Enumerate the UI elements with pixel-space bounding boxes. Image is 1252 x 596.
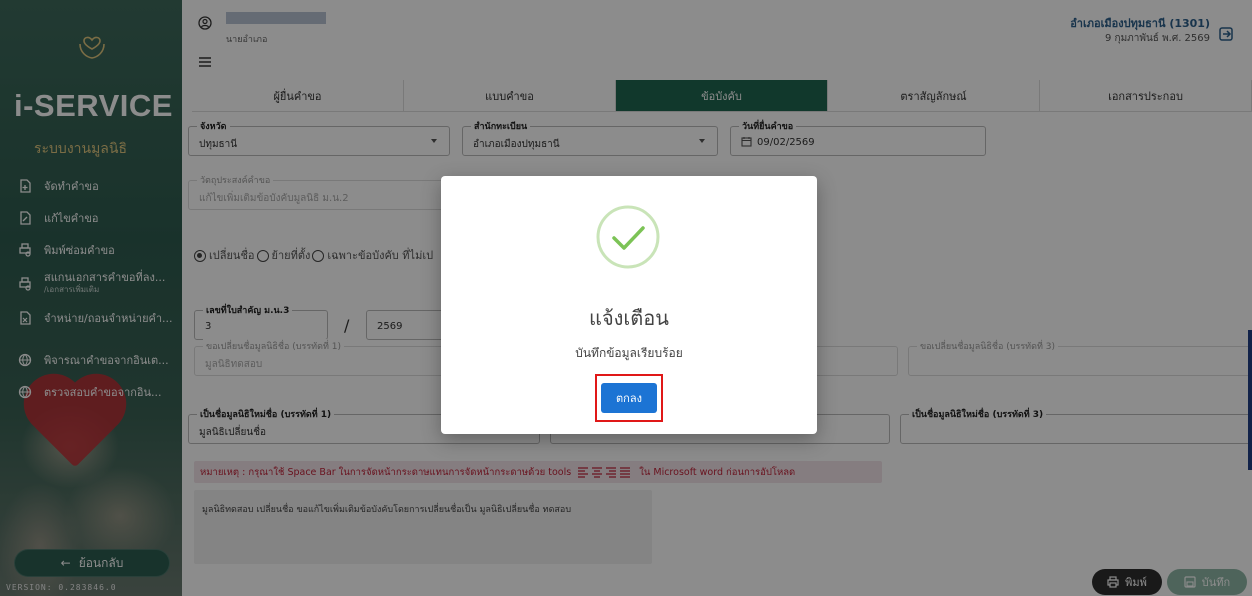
alert-dialog: แจ้งเตือน บันทึกข้อมูลเรียบร้อย ตกลง bbox=[441, 176, 817, 434]
dialog-title: แจ้งเตือน bbox=[589, 306, 669, 330]
app-root: i-SERVICE ระบบงานมูลนิธิ จัดทำคำขอ แก้ไข… bbox=[0, 0, 1252, 596]
dialog-message: บันทึกข้อมูลเรียบร้อย bbox=[575, 346, 683, 360]
ok-button[interactable]: ตกลง bbox=[601, 383, 657, 413]
success-check-icon bbox=[596, 205, 660, 269]
